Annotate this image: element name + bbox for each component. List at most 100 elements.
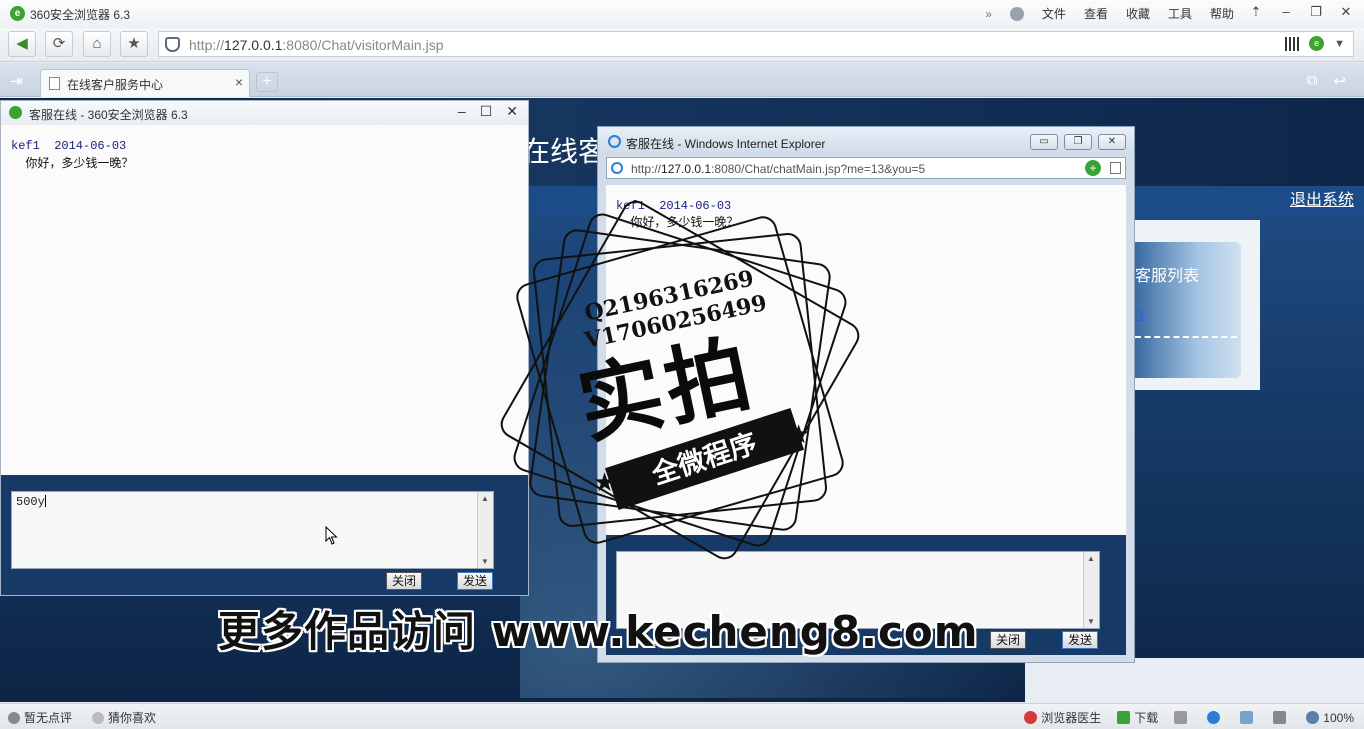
menu-file[interactable]: 文件 bbox=[1042, 5, 1066, 22]
scroll-up-icon[interactable]: ▲ bbox=[481, 494, 489, 503]
message-input[interactable]: 500y ▲ ▼ bbox=[11, 491, 494, 569]
ie-mode-icon[interactable] bbox=[1207, 711, 1221, 724]
maximize-icon[interactable]: ☐ bbox=[480, 103, 493, 120]
shield-icon bbox=[165, 37, 180, 52]
sidebar-toggle-icon[interactable]: ⇥ bbox=[10, 72, 23, 90]
home-button[interactable]: ⌂ bbox=[83, 31, 111, 57]
skin-icon[interactable]: ⇡ bbox=[1246, 3, 1266, 23]
close-icon[interactable]: ✕ bbox=[1336, 3, 1356, 23]
scroll-down-icon[interactable]: ▼ bbox=[481, 557, 489, 566]
page-menu-icon[interactable] bbox=[1110, 162, 1121, 174]
favorite-button[interactable]: ★ bbox=[120, 31, 148, 57]
mode-icon[interactable] bbox=[1174, 711, 1188, 724]
text-caret bbox=[44, 495, 46, 507]
message-input-value: 500y bbox=[16, 495, 45, 509]
url-path: :8080/Chat/visitorMain.jsp bbox=[282, 37, 444, 53]
tab-bar: ⇥ 在线客户服务中心 × + ⧉ ↩ bbox=[0, 63, 1364, 97]
guess-icon bbox=[92, 712, 105, 724]
tab-close-icon[interactable]: × bbox=[235, 74, 243, 90]
address-bar[interactable]: http://127.0.0.1:8080/Chat/visitorMain.j… bbox=[158, 31, 1354, 57]
restore-tabs-icon[interactable]: ⧉ bbox=[1307, 72, 1318, 90]
chat-window-360: 客服在线 - 360安全浏览器 6.3 – ☐ ✕ kef1 2014-06-0… bbox=[0, 100, 529, 596]
navigation-bar: ◀ ⟳ ⌂ ★ http://127.0.0.1:8080/Chat/visit… bbox=[0, 28, 1364, 62]
page-icon bbox=[49, 77, 60, 90]
browser-menu: » 文件 查看 收藏 工具 帮助 bbox=[985, 5, 1234, 22]
menu-tools[interactable]: 工具 bbox=[1168, 5, 1192, 22]
url-host: 127.0.0.1 bbox=[224, 37, 283, 53]
tab-label: 在线客户服务中心 bbox=[67, 78, 164, 92]
minimize-icon[interactable]: – bbox=[1276, 3, 1296, 23]
ie-logo-icon bbox=[608, 135, 621, 148]
restore-icon[interactable]: ❐ bbox=[1306, 3, 1326, 23]
rating-label: 暂无点评 bbox=[24, 711, 73, 725]
scroll-down-icon[interactable]: ▼ bbox=[1087, 617, 1095, 626]
home-icon: ⌂ bbox=[92, 35, 102, 52]
window-controls: ⇡ – ❐ ✕ bbox=[1246, 3, 1356, 23]
service-link[interactable]: 1 bbox=[1137, 306, 1146, 324]
tabbar-tools: ⧉ ↩ bbox=[1307, 72, 1346, 90]
watermark-stamp: Q2196316269 V17060256499 实拍 全微程序 ★ ★ bbox=[495, 195, 865, 565]
scroll-up-icon[interactable]: ▲ bbox=[1087, 554, 1095, 563]
menu-view[interactable]: 查看 bbox=[1084, 5, 1108, 22]
ie-titlebar: 客服在线 - Windows Internet Explorer ▭ ❐ ✕ bbox=[598, 127, 1134, 155]
logout-link[interactable]: 退出系统 bbox=[1290, 186, 1354, 210]
undo-close-icon[interactable]: ↩ bbox=[1333, 72, 1346, 90]
star-icon: ★ bbox=[127, 35, 141, 52]
watermark-footer-text: 更多作品访问 www.kecheng8.com bbox=[218, 607, 979, 656]
double-chevron-icon[interactable]: » bbox=[985, 7, 992, 21]
volume-icon[interactable] bbox=[1273, 711, 1287, 724]
address-actions: e ▼ bbox=[1285, 36, 1345, 51]
status-left: 暂无点评 猜你喜欢 bbox=[8, 709, 156, 726]
close-button[interactable]: 关闭 bbox=[990, 631, 1026, 649]
ie-address-bar[interactable]: http://127.0.0.1:8080/Chat/chatMain.jsp?… bbox=[606, 157, 1126, 179]
dropdown-icon[interactable]: ▼ bbox=[1334, 38, 1345, 50]
download-button[interactable]: 下载 bbox=[1117, 709, 1158, 726]
browser-logo-icon: e bbox=[10, 6, 25, 21]
zoom-icon bbox=[1306, 710, 1320, 724]
compat-mode-icon[interactable]: e bbox=[1309, 36, 1325, 51]
input-scrollbar[interactable]: ▲ ▼ bbox=[1083, 552, 1099, 628]
zoom-control[interactable]: 100% bbox=[1306, 710, 1354, 725]
rating-icon bbox=[8, 712, 20, 724]
refresh-button[interactable]: ⟳ bbox=[45, 31, 73, 57]
message-header: kef1 2014-06-03 bbox=[11, 139, 127, 153]
browser-logo-icon bbox=[9, 106, 22, 119]
chat-log: kef1 2014-06-03 你好，多少钱一晚？ bbox=[1, 125, 528, 475]
close-icon[interactable]: ✕ bbox=[506, 103, 518, 120]
guess-you-like[interactable]: 猜你喜欢 bbox=[92, 709, 156, 726]
address-url[interactable]: http://127.0.0.1:8080/Chat/visitorMain.j… bbox=[189, 37, 444, 53]
service-list-panel: 客服列表 1 bbox=[1135, 220, 1260, 390]
close-button[interactable]: 关闭 bbox=[386, 572, 422, 590]
status-bar: 暂无点评 猜你喜欢 浏览器医生 下载 100% bbox=[0, 703, 1364, 729]
message-body: 你好，多少钱一晚？ bbox=[11, 157, 134, 171]
ie-window-title: 客服在线 - Windows Internet Explorer bbox=[626, 137, 826, 151]
add-icon[interactable]: + bbox=[1085, 160, 1101, 176]
doctor-label: 浏览器医生 bbox=[1041, 711, 1102, 725]
menu-help[interactable]: 帮助 bbox=[1210, 5, 1234, 22]
zoom-level: 100% bbox=[1323, 710, 1354, 725]
tab-service-center[interactable]: 在线客户服务中心 × bbox=[40, 69, 250, 97]
service-list-title: 客服列表 bbox=[1135, 268, 1200, 285]
ie-page-icon bbox=[611, 162, 623, 174]
minimize-icon[interactable]: – bbox=[458, 103, 466, 120]
browser-doctor[interactable]: 浏览器医生 bbox=[1024, 709, 1101, 726]
guess-label: 猜你喜欢 bbox=[108, 711, 157, 725]
star-icon: ★ bbox=[787, 419, 811, 449]
ie-address-url[interactable]: http://127.0.0.1:8080/Chat/chatMain.jsp?… bbox=[631, 162, 925, 176]
minimize-icon[interactable]: ▭ bbox=[1030, 134, 1058, 150]
menu-favorites[interactable]: 收藏 bbox=[1126, 5, 1150, 22]
back-button[interactable]: ◀ bbox=[8, 31, 36, 57]
new-tab-button[interactable]: + bbox=[256, 72, 278, 92]
rating-status[interactable]: 暂无点评 bbox=[8, 709, 72, 726]
window-icon[interactable] bbox=[1240, 711, 1254, 724]
qr-code-icon[interactable] bbox=[1285, 36, 1300, 51]
send-button[interactable]: 发送 bbox=[457, 572, 493, 590]
restore-icon[interactable]: ❐ bbox=[1064, 134, 1092, 150]
user-icon[interactable] bbox=[1009, 6, 1024, 21]
url-prefix: http:// bbox=[631, 162, 662, 176]
input-scrollbar[interactable]: ▲ ▼ bbox=[477, 492, 493, 568]
send-button[interactable]: 发送 bbox=[1062, 631, 1098, 649]
url-path: :8080/Chat/chatMain.jsp?me=13&you=5 bbox=[711, 162, 926, 176]
status-right: 浏览器医生 下载 100% bbox=[1024, 709, 1354, 726]
close-icon[interactable]: ✕ bbox=[1098, 134, 1126, 150]
